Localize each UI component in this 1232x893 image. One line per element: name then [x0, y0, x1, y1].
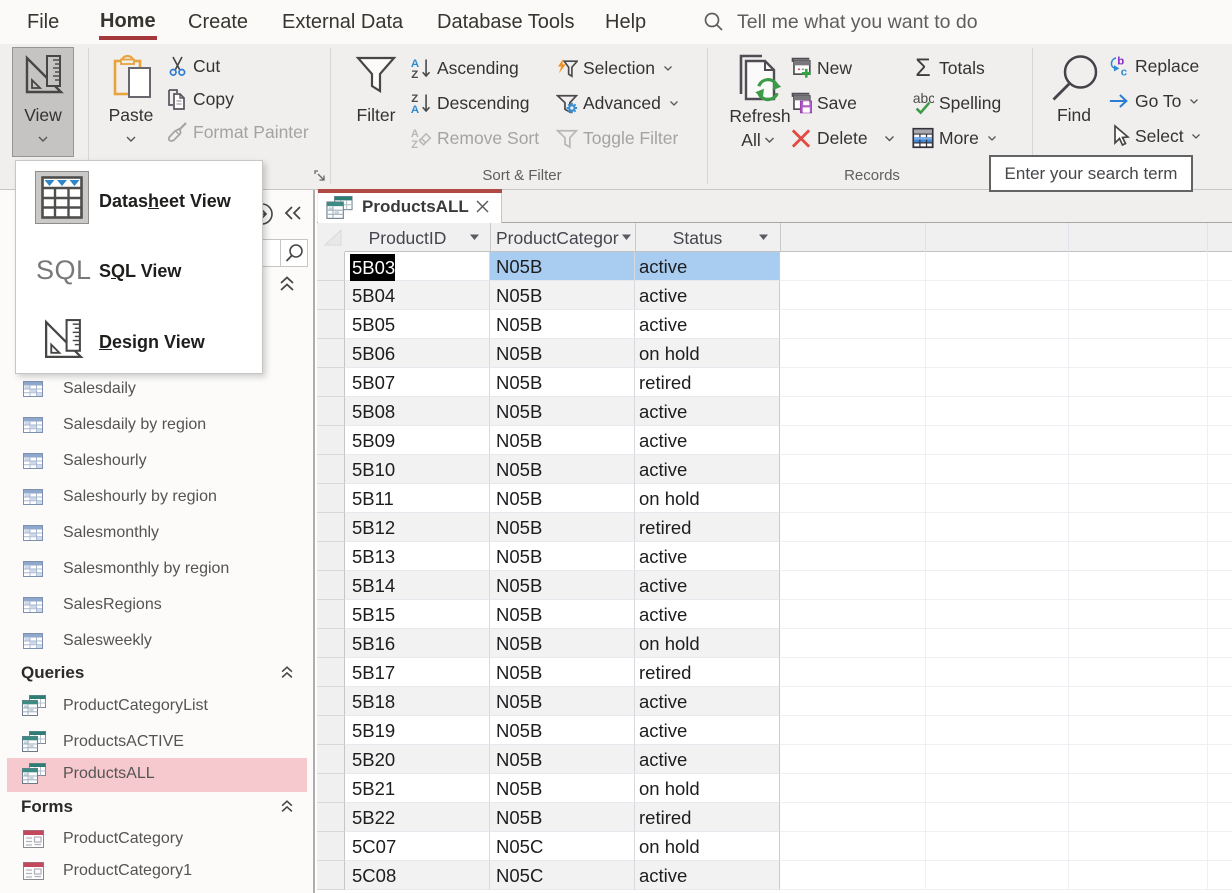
svg-text:abc: abc [913, 91, 934, 106]
svg-text:c: c [1121, 67, 1128, 79]
svg-text:Z: Z [411, 139, 418, 151]
svg-text:A: A [411, 104, 419, 116]
svg-text:Z: Z [411, 69, 418, 81]
